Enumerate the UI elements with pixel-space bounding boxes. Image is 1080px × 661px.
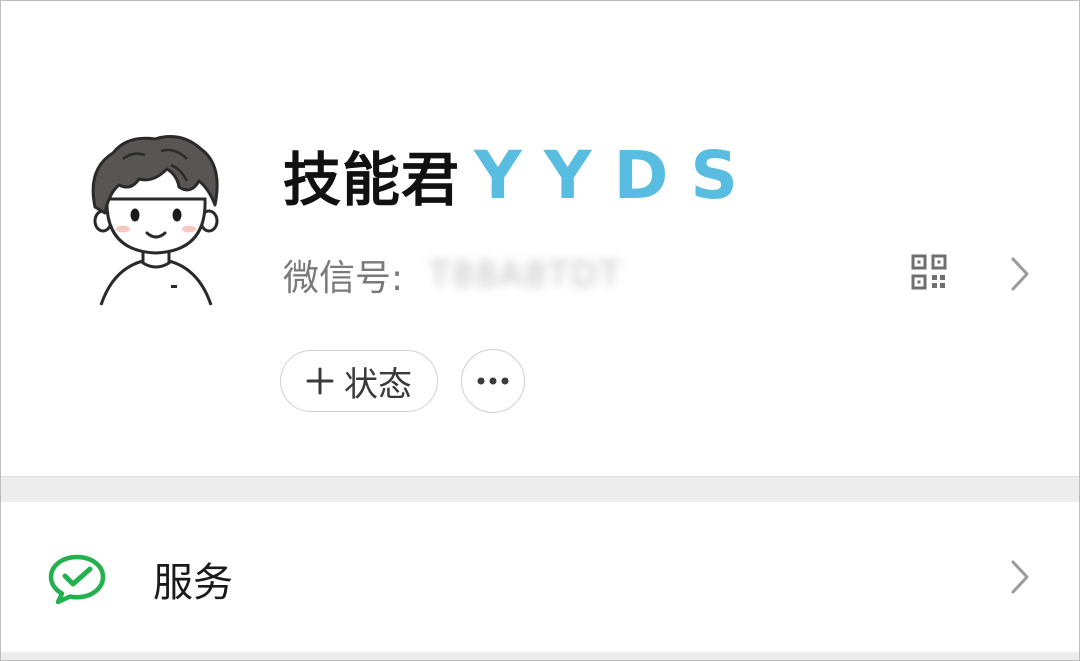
profile-name-suffix: YYDS [474, 136, 760, 214]
bottom-separator [1, 652, 1079, 660]
profile-header[interactable]: 技能君 YYDS 微信号: T88A8TDT 状态 [1, 1, 1079, 476]
avatar[interactable] [83, 129, 229, 307]
profile-name: 技能君 [283, 146, 461, 214]
more-dots-icon [477, 377, 509, 385]
status-button-label: 状态 [344, 364, 412, 405]
chevron-right-icon [1011, 560, 1029, 594]
wechat-id-value: T88A8TDT [429, 255, 622, 295]
plus-icon [306, 367, 334, 395]
wechat-id-row[interactable]: 微信号: T88A8TDT [283, 247, 622, 303]
list-item-services[interactable]: 服务 [1, 502, 1079, 652]
more-button[interactable] [461, 349, 525, 413]
qr-code-icon[interactable] [911, 254, 947, 290]
add-status-button[interactable]: 状态 [280, 350, 438, 412]
profile-name-row: 技能君 YYDS [283, 135, 760, 215]
wechat-pay-icon [48, 554, 106, 604]
chevron-right-icon[interactable] [1009, 255, 1031, 293]
list-item-label: 服务 [153, 560, 233, 606]
wechat-id-label: 微信号: [283, 258, 404, 299]
section-separator [1, 476, 1079, 502]
